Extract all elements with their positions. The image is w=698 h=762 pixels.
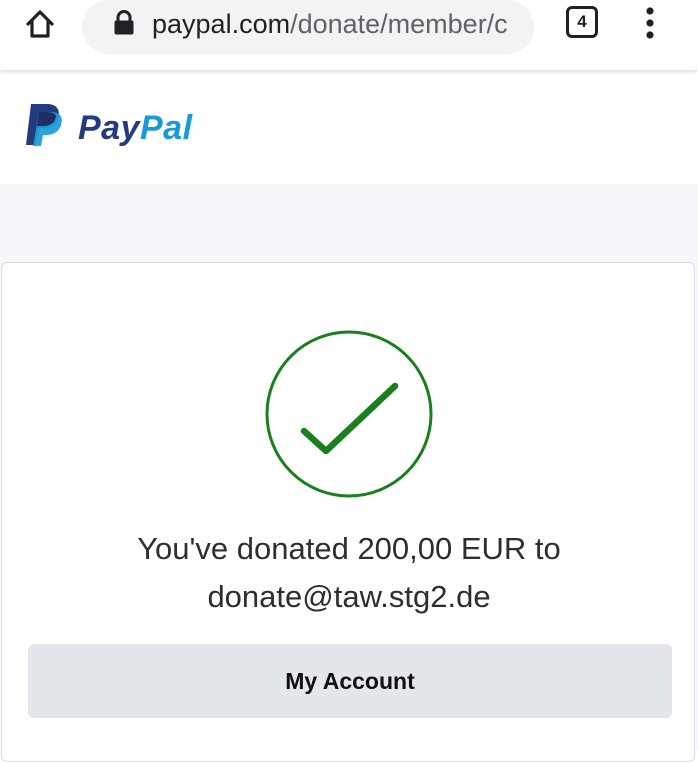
paypal-header: PayPal [0, 70, 698, 184]
logo-word-pal: Pal [140, 109, 193, 147]
more-vert-icon[interactable] [636, 6, 664, 40]
url-path: /donate/member/c [290, 9, 508, 39]
url-host: paypal.com [152, 9, 291, 39]
message-line-recipient: donate@taw.stg2.de [207, 579, 491, 614]
donation-success-message: You've donated 200,00 EUR to donate@taw.… [2, 525, 696, 621]
home-icon [26, 10, 54, 38]
checkmark-icon [265, 330, 433, 498]
confirmation-card: You've donated 200,00 EUR to donate@taw.… [1, 262, 695, 762]
message-line-amount: You've donated 200,00 EUR to [137, 531, 561, 566]
address-bar[interactable]: paypal.com/donate/member/c [82, 0, 534, 54]
tab-switcher-button[interactable]: 4 [566, 6, 598, 38]
paypal-wordmark: PayPal [78, 108, 193, 148]
lock-icon [114, 10, 134, 35]
url-text: paypal.com/donate/member/c [152, 8, 518, 40]
browser-toolbar: paypal.com/donate/member/c 4 [0, 0, 698, 70]
my-account-button[interactable]: My Account [28, 644, 672, 718]
logo-word-pay: Pay [78, 109, 140, 147]
paypal-logo-mark [26, 104, 62, 146]
home-button[interactable] [22, 6, 58, 42]
